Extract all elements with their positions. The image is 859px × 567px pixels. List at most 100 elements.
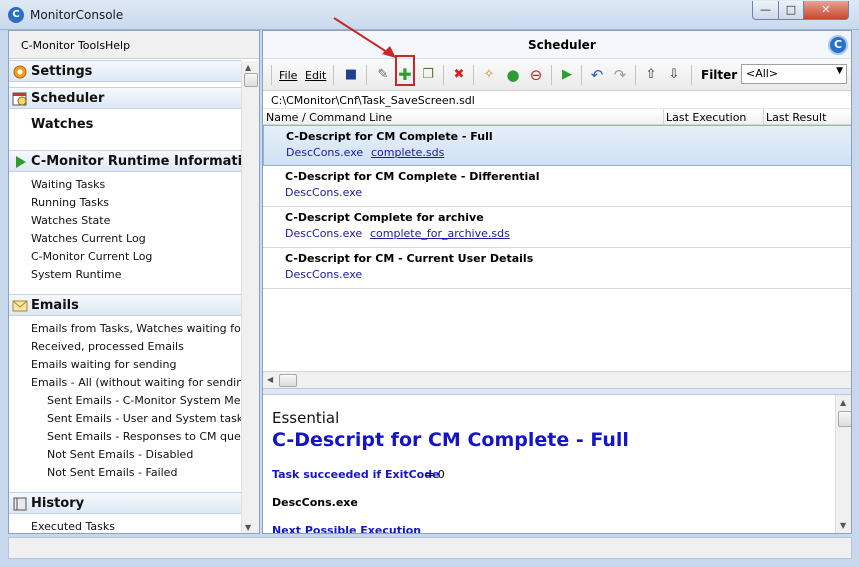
save-icon[interactable]: ■ bbox=[341, 65, 361, 85]
toolbar-separator bbox=[691, 65, 692, 85]
toolbar-separator bbox=[443, 65, 444, 85]
maximize-button[interactable]: □ bbox=[778, 1, 804, 20]
details-success-label: Task succeeded if ExitCode bbox=[272, 468, 440, 481]
details-success-value: = 0 bbox=[425, 468, 445, 481]
nav-not-sent-disabled[interactable]: Not Sent Emails - Disabled bbox=[47, 448, 193, 461]
task-row[interactable]: C-Descript for CM - Current User Details… bbox=[263, 248, 851, 289]
task-row[interactable]: C-Descript Complete for archive DescCons… bbox=[263, 207, 851, 248]
task-list-header: Name / Command Line Last Execution Last … bbox=[263, 108, 851, 126]
scroll-thumb[interactable] bbox=[838, 411, 851, 427]
nav-sent-system-messages[interactable]: Sent Emails - C-Monitor System Message bbox=[47, 394, 259, 407]
delete-icon[interactable]: ✖ bbox=[449, 65, 469, 85]
nav-sent-responses[interactable]: Sent Emails - Responses to CM queries bbox=[47, 430, 259, 443]
move-up-icon[interactable]: ⇧ bbox=[641, 65, 661, 85]
scroll-up-icon[interactable]: ▲ bbox=[840, 398, 846, 407]
left-vertical-scrollbar[interactable]: ▲ ▼ bbox=[241, 61, 259, 533]
column-name[interactable]: Name / Command Line bbox=[266, 111, 392, 124]
menu-help[interactable]: Help bbox=[105, 39, 130, 52]
section-runtime[interactable]: C-Monitor Runtime Information bbox=[9, 150, 259, 172]
task-command: DescCons.exe bbox=[285, 227, 363, 240]
scroll-thumb[interactable] bbox=[279, 374, 297, 387]
column-last-result[interactable]: Last Result bbox=[766, 111, 826, 124]
section-scheduler[interactable]: Scheduler bbox=[9, 87, 241, 109]
nav-cmonitor-current-log[interactable]: C-Monitor Current Log bbox=[31, 250, 152, 263]
menu-cmonitor-tools[interactable]: C-Monitor Tools bbox=[21, 39, 105, 52]
section-settings[interactable]: Settings bbox=[9, 60, 241, 82]
column-divider[interactable] bbox=[663, 109, 664, 126]
toolbar-separator bbox=[551, 65, 552, 85]
undo-icon[interactable]: ↶ bbox=[587, 65, 607, 85]
properties-icon[interactable]: ✧ bbox=[479, 65, 499, 85]
column-last-execution[interactable]: Last Execution bbox=[666, 111, 746, 124]
redo-icon[interactable]: ↷ bbox=[610, 65, 630, 85]
chevron-down-icon[interactable]: ▼ bbox=[836, 66, 843, 76]
section-runtime-label: C-Monitor Runtime Information bbox=[31, 154, 260, 169]
toolbar-edit-menu[interactable]: Edit bbox=[305, 69, 326, 82]
scroll-down-icon[interactable]: ▼ bbox=[245, 523, 251, 532]
cmonitor-logo-icon: C bbox=[828, 35, 848, 55]
scroll-up-icon[interactable]: ▲ bbox=[245, 63, 251, 72]
nav-received-emails[interactable]: Received, processed Emails bbox=[31, 340, 184, 353]
move-down-icon[interactable]: ⇩ bbox=[664, 65, 684, 85]
details-heading: Essential bbox=[272, 409, 340, 427]
nav-executed-tasks[interactable]: Executed Tasks bbox=[31, 520, 115, 533]
nav-running-tasks[interactable]: Running Tasks bbox=[31, 196, 109, 209]
filter-value: <All> bbox=[746, 67, 779, 80]
book-icon bbox=[13, 497, 27, 511]
task-argument-link[interactable]: complete.sds bbox=[371, 146, 444, 159]
task-name: C-Descript for CM - Current User Details bbox=[285, 252, 534, 265]
nav-emails-all[interactable]: Emails - All (without waiting for sendin… bbox=[31, 376, 254, 389]
nav-sent-user-system-tasks[interactable]: Sent Emails - User and System tasks Res bbox=[47, 412, 259, 425]
calendar-clock-icon bbox=[12, 92, 27, 106]
section-scheduler-label: Scheduler bbox=[31, 91, 105, 106]
disable-stop-icon[interactable]: ⊖ bbox=[526, 65, 546, 85]
scroll-thumb[interactable] bbox=[244, 73, 258, 87]
task-command: DescCons.exe bbox=[286, 146, 364, 159]
filter-label: Filter bbox=[701, 68, 738, 82]
toolbar-separator bbox=[473, 65, 474, 85]
task-row[interactable]: C-Descript for CM Complete - Full DescCo… bbox=[263, 125, 851, 166]
toolbar-separator bbox=[581, 65, 582, 85]
section-settings-label: Settings bbox=[31, 64, 93, 79]
scroll-left-icon[interactable]: ◀ bbox=[267, 375, 273, 384]
details-next-execution-label: Next Possible Execution bbox=[272, 524, 422, 534]
window-title: MonitorConsole bbox=[30, 8, 124, 22]
navigation-pane: C-Monitor Tools Help Settings Scheduler … bbox=[8, 30, 260, 534]
task-list-horizontal-scrollbar[interactable]: ◀ bbox=[263, 371, 851, 388]
toolbar-separator bbox=[635, 65, 636, 85]
app-icon: C bbox=[8, 7, 24, 23]
nav-watches-current-log[interactable]: Watches Current Log bbox=[31, 232, 146, 245]
nav-emails-waiting-from-tasks[interactable]: Emails from Tasks, Watches waiting for s… bbox=[31, 322, 259, 335]
copy-task-icon[interactable]: ❐ bbox=[418, 65, 438, 85]
pane-splitter[interactable] bbox=[263, 388, 851, 395]
run-icon[interactable]: ▶ bbox=[557, 65, 577, 85]
enable-check-icon[interactable]: ● bbox=[503, 65, 523, 85]
toolbar-separator bbox=[366, 65, 367, 85]
left-menubar: C-Monitor Tools Help bbox=[9, 31, 259, 59]
minimize-button[interactable]: — bbox=[752, 1, 779, 20]
title-bar: C MonitorConsole — □ ✕ bbox=[0, 0, 859, 30]
nav-system-runtime[interactable]: System Runtime bbox=[31, 268, 121, 281]
nav-watches[interactable]: Watches bbox=[31, 117, 93, 132]
toolbar-file-menu[interactable]: File bbox=[279, 69, 297, 82]
task-row[interactable]: C-Descript for CM Complete - Differentia… bbox=[263, 166, 851, 207]
scheduler-pane: Scheduler C File Edit ■ ✎ ✚ ❐ ✖ ✧ ● ⊖ ▶ … bbox=[262, 30, 852, 534]
section-emails[interactable]: Emails bbox=[9, 294, 241, 316]
nav-watches-state[interactable]: Watches State bbox=[31, 214, 110, 227]
new-task-wand-icon[interactable]: ✎ bbox=[373, 65, 393, 85]
nav-not-sent-failed[interactable]: Not Sent Emails - Failed bbox=[47, 466, 177, 479]
filter-dropdown[interactable]: <All> ▼ bbox=[741, 64, 847, 84]
column-divider[interactable] bbox=[763, 109, 764, 126]
nav-waiting-tasks[interactable]: Waiting Tasks bbox=[31, 178, 105, 191]
task-argument-link[interactable]: complete_for_archive.sds bbox=[370, 227, 510, 240]
section-history[interactable]: History bbox=[9, 492, 241, 514]
nav-emails-waiting[interactable]: Emails waiting for sending bbox=[31, 358, 176, 371]
close-button[interactable]: ✕ bbox=[803, 1, 849, 20]
details-vertical-scrollbar[interactable]: ▲ ▼ bbox=[835, 395, 851, 533]
gear-icon bbox=[13, 65, 27, 79]
task-command: DescCons.exe bbox=[285, 268, 363, 281]
scheduler-toolbar: File Edit ■ ✎ ✚ ❐ ✖ ✧ ● ⊖ ▶ ↶ ↷ ⇧ ⇩ Filt… bbox=[263, 59, 851, 91]
details-task-title: C-Descript for CM Complete - Full bbox=[272, 429, 629, 451]
section-emails-label: Emails bbox=[31, 298, 79, 313]
scroll-down-icon[interactable]: ▼ bbox=[840, 521, 846, 530]
